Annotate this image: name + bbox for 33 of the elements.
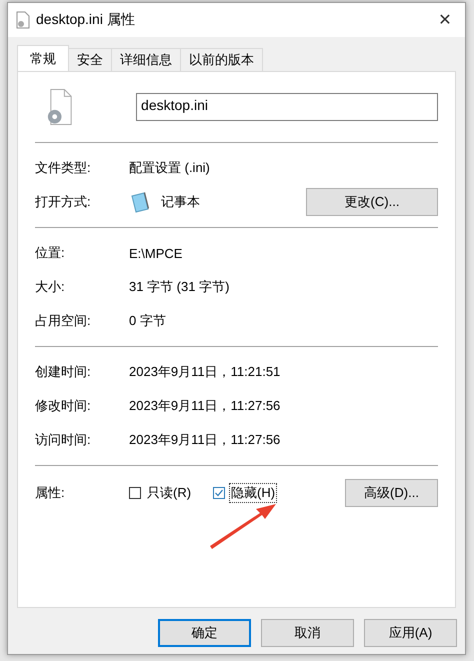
field-label: 创建时间: [35,363,92,381]
field-value: 2023年9月11日，11:21:51 [129,363,280,381]
field-label: 大小: [35,278,66,296]
field-value: 配置设置 (.ini) [129,159,210,177]
tab[interactable]: 以前的版本 [180,48,263,71]
field-label: 修改时间: [35,397,92,415]
notepad-icon [129,191,151,213]
field-value: 2023年9月11日，11:27:56 [129,431,280,449]
field-label: 占用空间: [35,312,92,330]
tab[interactable]: 常规 [17,45,69,71]
checkbox[interactable] [213,487,226,499]
dialog-button[interactable]: 取消 [261,619,354,647]
field-value: 0 字节 [129,312,166,330]
field-label: 访问时间: [35,431,92,449]
field-label: 文件类型: [35,159,92,177]
field-label: 打开方式: [35,193,92,211]
close-button[interactable]: ✕ [425,10,465,30]
checkbox-label[interactable]: 隐藏(H) [229,483,278,503]
checkbox-label[interactable]: 只读(R) [145,483,194,503]
field-value: E:\MPCE [129,246,182,260]
dialog-button[interactable]: 应用(A) [364,619,457,647]
dialog-button[interactable]: 确定 [158,619,251,647]
app-name: 记事本 [161,193,200,211]
field-label: 位置: [35,244,66,262]
change-button[interactable]: 更改(C)... [306,188,438,216]
window-title: desktop.ini 属性 [36,11,136,29]
field-label: 属性: [35,484,66,502]
file-icon [16,11,30,29]
field-value: 2023年9月11日，11:27:56 [129,397,280,415]
field-value: 31 字节 (31 字节) [129,278,230,296]
advanced-button[interactable]: 高级(D)... [345,479,438,507]
checkbox[interactable] [129,487,141,499]
file-name-field[interactable]: desktop.ini [136,93,438,121]
